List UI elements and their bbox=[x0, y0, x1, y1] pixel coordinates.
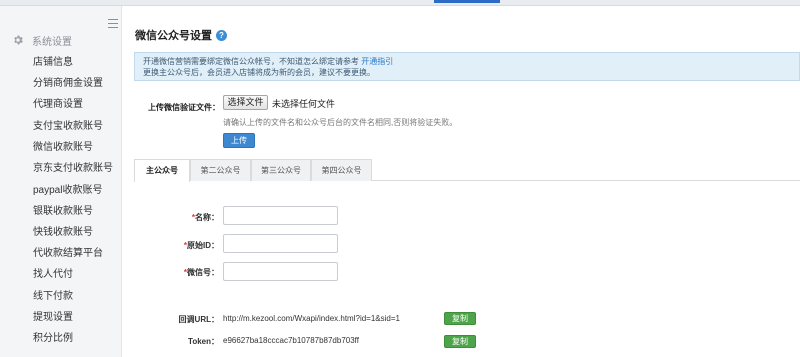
sidebar-item-pay-for-me[interactable]: 找人代付 bbox=[0, 264, 121, 285]
sidebar-section-header[interactable]: 系统设置 bbox=[12, 34, 72, 48]
sidebar-item-store-info[interactable]: 店铺信息 bbox=[0, 52, 121, 73]
tab-second-account[interactable]: 第二公众号 bbox=[190, 159, 251, 181]
menu-icon[interactable] bbox=[108, 19, 118, 28]
no-file-text: 未选择任何文件 bbox=[272, 99, 336, 109]
sidebar-item-jd-pay-account[interactable]: 京东支付收款账号 bbox=[0, 158, 121, 179]
tab-third-account[interactable]: 第三公众号 bbox=[251, 159, 311, 181]
upload-button[interactable]: 上传 bbox=[223, 133, 255, 148]
original-id-label-text: 原始ID： bbox=[187, 241, 219, 250]
sidebar-item-points-ratio[interactable]: 积分比例 bbox=[0, 328, 121, 349]
sidebar-item-99bill-account[interactable]: 快钱收款账号 bbox=[0, 222, 121, 243]
sidebar-section-label: 系统设置 bbox=[32, 36, 72, 48]
setup-guide-link[interactable]: 开通指引 bbox=[361, 57, 393, 66]
sidebar-item-wechat-account[interactable]: 微信收款账号 bbox=[0, 137, 121, 158]
wechat-id-label-text: 微信号： bbox=[187, 268, 219, 277]
top-nav-active-indicator bbox=[434, 0, 500, 3]
wechat-id-label: *微信号： bbox=[139, 267, 219, 278]
upload-label: 上传微信验证文件： bbox=[148, 103, 220, 112]
upload-hint: 请确认上传的文件名和公众号后台的文件名相同,否则将验证失败。 bbox=[223, 118, 458, 127]
copy-token-button[interactable]: 复制 bbox=[444, 335, 476, 348]
notice-line-2: 更换主公众号后，会员进入店铺将成为新的会员，建议不要更换。 bbox=[143, 68, 375, 77]
choose-file-button[interactable]: 选择文件 bbox=[223, 95, 268, 110]
copy-url-button[interactable]: 复制 bbox=[444, 312, 476, 325]
original-id-input[interactable] bbox=[223, 234, 338, 253]
main-content: 微信公众号设置 ? 开通微信营销需要绑定微信公众帐号，不知道怎么绑定请参考 开通… bbox=[122, 6, 800, 357]
sidebar-item-paypal-account[interactable]: paypal收款账号 bbox=[0, 180, 121, 201]
page-title-text: 微信公众号设置 bbox=[135, 30, 212, 42]
account-tabs: 主公众号 第二公众号 第三公众号 第四公众号 bbox=[134, 159, 800, 182]
sidebar-item-agent-settings[interactable]: 代理商设置 bbox=[0, 94, 121, 115]
name-label: *名称： bbox=[139, 212, 219, 223]
help-icon[interactable]: ? bbox=[216, 29, 227, 41]
tab-main-account[interactable]: 主公众号 bbox=[134, 159, 190, 182]
callback-url-label: 回调URL： bbox=[178, 315, 219, 324]
callback-url-value: http://m.kezool.com/Wxapi/index.html?id=… bbox=[223, 314, 400, 323]
notice-line-1: 开通微信营销需要绑定微信公众帐号，不知道怎么绑定请参考 开通指引 bbox=[143, 56, 791, 67]
notice-box: 开通微信营销需要绑定微信公众帐号，不知道怎么绑定请参考 开通指引 更换主公众号后… bbox=[134, 52, 800, 81]
sidebar-item-distributor-commission[interactable]: 分销商佣金设置 bbox=[0, 73, 121, 94]
wechat-id-input[interactable] bbox=[223, 262, 338, 281]
token-label: Token： bbox=[188, 337, 219, 346]
sidebar-item-unionpay-account[interactable]: 银联收款账号 bbox=[0, 201, 121, 222]
name-input[interactable] bbox=[223, 206, 338, 225]
original-id-label: *原始ID： bbox=[139, 240, 219, 251]
gear-icon bbox=[14, 35, 23, 45]
sidebar-item-withdraw-settings[interactable]: 提现设置 bbox=[0, 307, 121, 328]
token-value: e96627ba18cccac7b10787b87db703ff bbox=[223, 336, 359, 345]
sidebar-item-collection-platform[interactable]: 代收款结算平台 bbox=[0, 243, 121, 264]
notice-text: 开通微信营销需要绑定微信公众帐号，不知道怎么绑定请参考 bbox=[143, 57, 359, 66]
sidebar-item-offline-payment[interactable]: 线下付款 bbox=[0, 286, 121, 307]
name-label-text: 名称： bbox=[195, 213, 219, 222]
sidebar-item-alipay-account[interactable]: 支付宝收款账号 bbox=[0, 116, 121, 137]
page-title: 微信公众号设置 ? bbox=[135, 27, 227, 43]
sidebar: 系统设置 店铺信息 分销商佣金设置 代理商设置 支付宝收款账号 微信收款账号 京… bbox=[0, 6, 122, 357]
tab-fourth-account[interactable]: 第四公众号 bbox=[311, 159, 372, 181]
